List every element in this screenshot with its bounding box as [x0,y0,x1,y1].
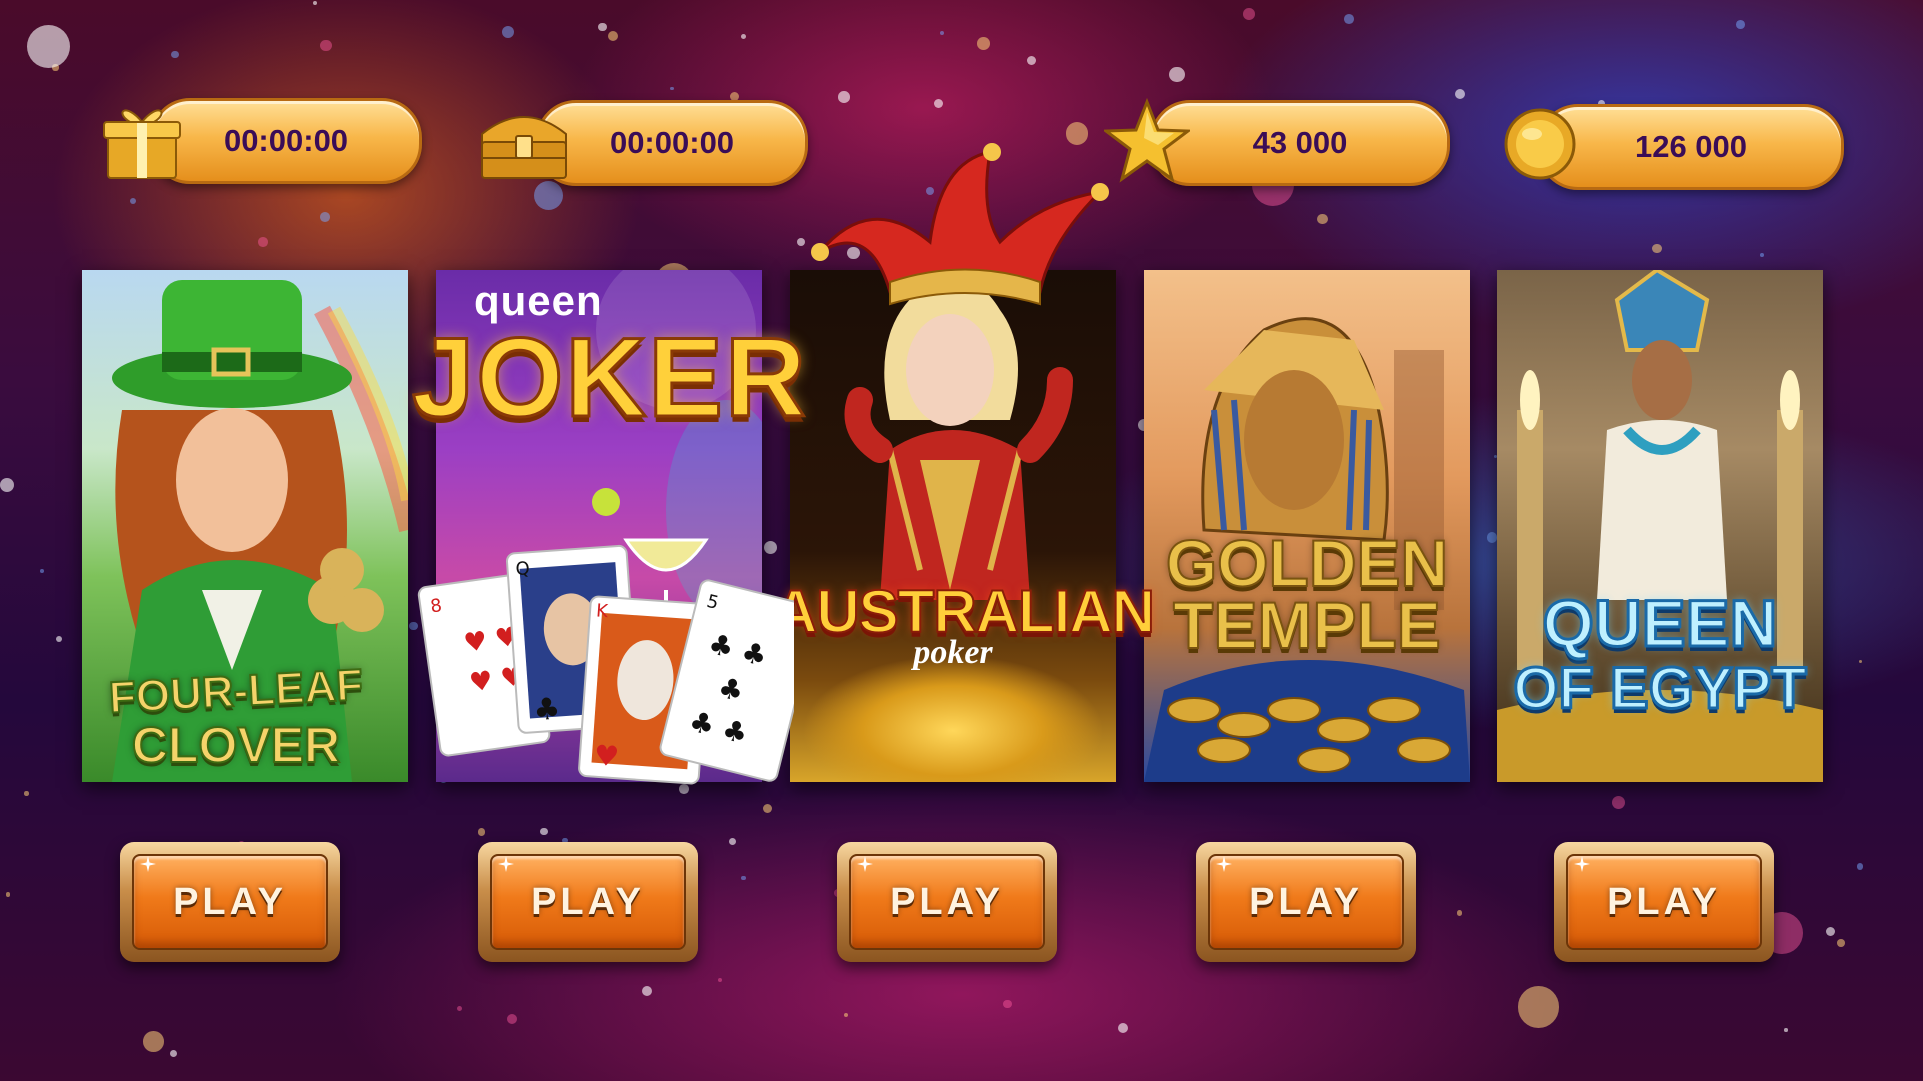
play-button-label: PLAY [849,854,1045,950]
bokeh-particle [741,875,746,880]
play-button-label: PLAY [1208,854,1404,950]
treasure-chest-icon [476,100,572,184]
bokeh-particle [1859,659,1863,663]
bokeh-particle [1169,66,1185,83]
bokeh-particle [24,791,29,796]
bokeh-particle [56,636,63,643]
bokeh-particle [741,33,747,40]
play-button-four-leaf-clover[interactable]: PLAY [120,842,340,962]
star-icon [1101,97,1193,184]
queen-of-egypt-title: QUEEN OF EGYPT [1512,586,1808,721]
chest-timer[interactable]: 00:00:00 [476,100,808,186]
play-button-label: PLAY [1566,854,1762,950]
play-button-queen-joker[interactable]: PLAY [478,842,698,962]
bokeh-particle [1117,1022,1128,1033]
bokeh-particle [5,892,11,897]
play-button-australian-poker[interactable]: PLAY [837,842,1057,962]
bokeh-particle [1857,863,1864,870]
bokeh-particle [607,30,619,41]
bokeh-particle [670,86,674,91]
gift-box-icon [100,98,184,182]
australian-poker-artwork [790,270,1116,782]
bokeh-particle [320,39,332,51]
bokeh-particle [717,977,723,983]
chest-timer-value: 00:00:00 [536,100,808,186]
four-leaf-clover-title: FOUR-LEAF CLOVER [107,659,365,773]
bokeh-particle [1243,8,1256,20]
playing-cards-fan: 8 ♥ ♥ ♥ ♥ Q ♣ K ♥ 5 ♣ ♣ ♣ ♣ ♣ [417,544,794,785]
game-card-queen-joker[interactable]: queen JOKER 8 ♥ ♥ ♥ ♥ Q ♣ K ♥ 5 ♣ ♣ ♣ ♣ … [411,270,808,785]
bokeh-particle [1517,986,1560,1028]
svg-text:♣: ♣ [532,691,561,728]
bokeh-particle [1316,213,1328,225]
bokeh-particle [502,25,515,38]
jester-hat-icon [811,143,1109,306]
bokeh-particle [312,0,318,6]
stars-balance[interactable]: 43 000 [1101,97,1454,186]
bokeh-particle [1003,999,1012,1008]
bokeh-particle [129,197,137,204]
game-card-golden-temple[interactable]: GOLDEN TEMPLE [1144,270,1470,782]
bokeh-particle [641,986,653,997]
bokeh-particle [1486,532,1498,543]
bokeh-particle [320,212,331,222]
bokeh-particle [39,569,44,574]
bokeh-particle [258,237,268,247]
gift-timer-value: 00:00:00 [150,98,422,184]
bokeh-particle [169,1049,178,1058]
bokeh-particle [933,98,944,109]
bokeh-particle [728,838,736,846]
australian-poker-title: AUSTRALIAN poker [773,578,1156,671]
bokeh-particle [26,24,70,68]
play-button-label: PLAY [132,854,328,950]
bokeh-particle [796,238,805,247]
golden-temple-title: GOLDEN TEMPLE [1165,526,1449,662]
gift-timer[interactable]: 00:00:00 [100,98,422,184]
bokeh-particle [1026,55,1036,65]
bokeh-particle [477,828,486,836]
bokeh-particle [52,64,59,71]
svg-text:♥: ♥ [593,739,620,774]
coins-value: 126 000 [1538,104,1844,190]
bokeh-particle [838,91,850,103]
play-button-queen-of-egypt[interactable]: PLAY [1554,842,1774,962]
sparkle-icon [857,856,873,872]
bokeh-particle [844,1013,849,1018]
bokeh-particle [0,477,15,492]
bokeh-particle [940,31,944,36]
svg-text:Q: Q [515,558,531,580]
bokeh-particle [506,1013,518,1025]
sparkle-icon [1216,856,1232,872]
bokeh-particle [977,37,991,50]
coins-balance[interactable]: 126 000 [1502,104,1844,190]
sparkle-icon [140,856,156,872]
bokeh-particle [143,1031,164,1052]
bokeh-particle [1759,252,1764,257]
bokeh-particle [456,1005,463,1012]
play-button-label: PLAY [490,854,686,950]
bokeh-particle [1652,243,1662,254]
coin-icon [1502,106,1578,182]
bokeh-particle [1455,88,1466,99]
bokeh-particle [1343,14,1354,25]
bokeh-particle [1735,20,1745,30]
queen-joker-title: queen JOKER [411,277,808,440]
bokeh-particle [540,828,548,836]
sparkle-icon [498,856,514,872]
game-card-four-leaf-clover[interactable]: FOUR-LEAF CLOVER [82,270,408,782]
bokeh-particle [1825,926,1836,937]
bokeh-particle [598,22,607,32]
game-card-australian-poker[interactable]: AUSTRALIAN poker [773,143,1156,782]
play-button-golden-temple[interactable]: PLAY [1196,842,1416,962]
bokeh-particle [1456,909,1463,916]
stars-value: 43 000 [1150,100,1450,186]
bokeh-particle [171,50,179,58]
bokeh-particle [1784,1028,1788,1032]
sparkle-icon [1574,856,1590,872]
game-card-queen-of-egypt[interactable]: QUEEN OF EGYPT [1497,270,1823,782]
bokeh-particle [1837,939,1845,947]
bokeh-particle [1611,796,1625,810]
